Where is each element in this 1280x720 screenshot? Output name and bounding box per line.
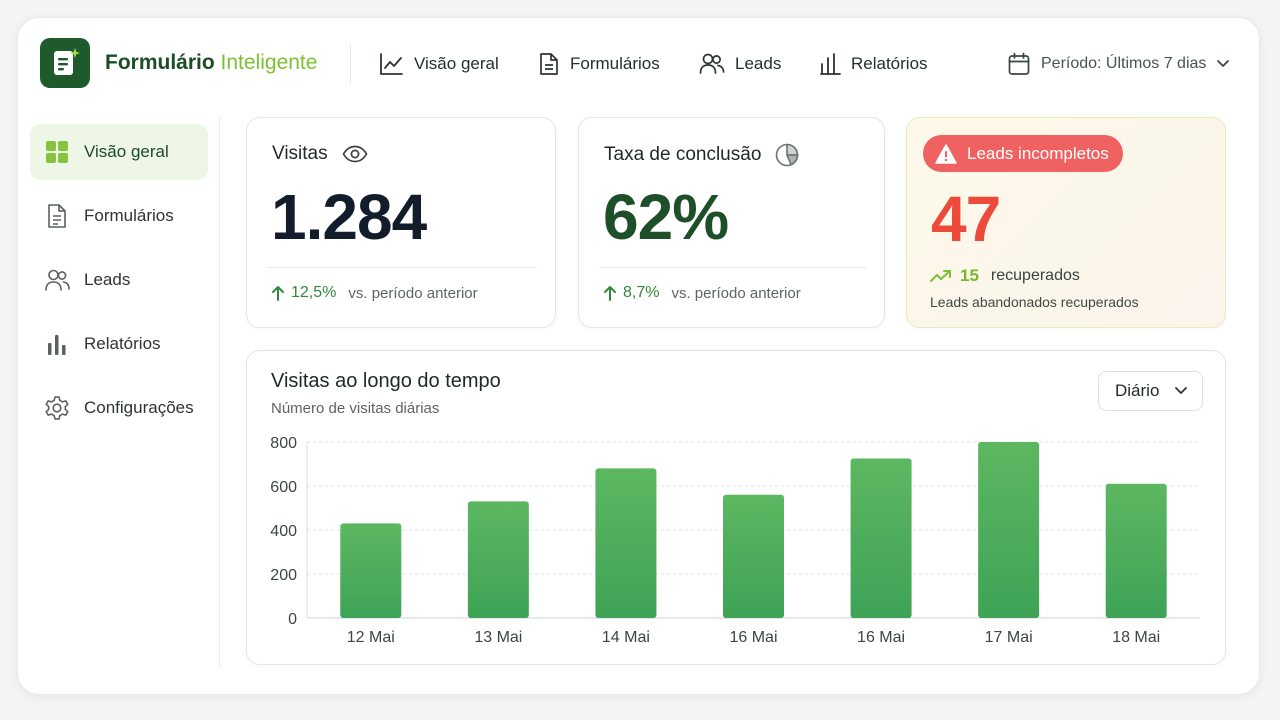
visits-delta-value: 12,5% <box>291 284 337 301</box>
incomplete-leads-badge-label: Leads incompletos <box>967 143 1109 163</box>
completion-value: 62% <box>603 181 729 253</box>
chart-bar[interactable] <box>978 442 1040 618</box>
chevron-down-icon <box>1217 60 1230 67</box>
sidebar-item-label: Relatórios <box>84 334 161 353</box>
bar-chart-icon <box>48 335 66 355</box>
sidebar-item-overview[interactable]: Visão geral <box>30 124 208 180</box>
completion-delta: 8,7% vs. período anterior <box>603 284 801 302</box>
warning-icon <box>935 143 957 164</box>
completion-delta-value: 8,7% <box>623 284 660 301</box>
visits-value: 1.284 <box>271 181 427 253</box>
pie-chart-icon <box>776 143 799 167</box>
sidebar-item-forms[interactable]: Formulários <box>30 188 208 244</box>
topnav-item-leads[interactable]: Leads <box>699 50 781 78</box>
x-tick-label: 14 Mai <box>602 629 650 646</box>
sidebar-divider <box>219 116 220 668</box>
y-tick-label: 800 <box>270 435 297 452</box>
recovered-label: recuperados <box>990 267 1080 284</box>
chart-bar[interactable] <box>467 501 529 618</box>
sidebar-item-label: Visão geral <box>84 142 169 161</box>
visits-delta: 12,5% vs. período anterior <box>271 284 478 302</box>
recovered-leads: 15 recuperados <box>930 266 1080 286</box>
topnav-label: Formulários <box>570 54 660 73</box>
period-selector[interactable]: Período: Últimos 7 dias <box>1007 50 1230 78</box>
completion-card-title: Taxa de conclusão <box>604 144 762 165</box>
chart-bar[interactable] <box>1105 483 1167 618</box>
brand-name-accent: Inteligente <box>220 51 318 74</box>
x-tick-label: 13 Mai <box>474 629 522 646</box>
sidebar-item-label: Leads <box>84 270 131 289</box>
incomplete-leads-badge[interactable]: Leads incompletos <box>923 135 1123 172</box>
incomplete-leads-card: Leads incompletos 47 15 recuperados Lead… <box>906 117 1226 328</box>
topnav-item-forms[interactable]: Formulários <box>538 50 660 78</box>
chart-bar[interactable] <box>595 468 657 618</box>
trend-up-icon <box>930 270 951 282</box>
brand-name-primary: Formulário <box>105 51 215 74</box>
sidebar-item-label: Formulários <box>84 206 174 225</box>
card-divider <box>599 267 866 268</box>
topnav-item-overview[interactable]: Visão geral <box>379 50 499 78</box>
visits-bar-chart: 0 200 400 600 800 12 Mai 13 Mai 14 Mai 16 Mai 16 … <box>270 435 1200 646</box>
completion-card: Taxa de conclusão 62% 8,7% vs. período a… <box>578 117 885 328</box>
sidebar-item-label: Configurações <box>84 398 194 417</box>
y-tick-label: 600 <box>270 479 297 496</box>
y-tick-label: 0 <box>288 611 297 628</box>
sidebar-item-leads[interactable]: Leads <box>30 252 208 308</box>
chart-bar[interactable] <box>850 458 912 619</box>
eye-icon <box>342 145 368 163</box>
grid-icon <box>46 141 68 163</box>
arrow-up-icon <box>604 286 616 301</box>
card-divider <box>267 267 537 268</box>
sidebar-item-settings[interactable]: Configurações <box>30 380 208 436</box>
topnav-label: Visão geral <box>414 54 499 73</box>
topnav-label: Relatórios <box>851 54 928 73</box>
period-label: Período: Últimos 7 dias <box>1041 55 1207 72</box>
bar-chart-icon <box>820 53 841 75</box>
topnav-label: Leads <box>735 54 782 73</box>
x-tick-label: 12 Mai <box>347 629 395 646</box>
recovered-count: 15 <box>960 266 979 285</box>
visits-card: Visitas 1.284 12,5% vs. período anterior <box>246 117 556 328</box>
sidebar-item-reports[interactable]: Relatórios <box>30 316 208 372</box>
app-logo[interactable] <box>40 38 90 88</box>
chart-bar[interactable] <box>723 494 784 618</box>
gear-icon <box>45 396 69 420</box>
recovered-note: Leads abandonados recuperados <box>930 294 1139 310</box>
form-logo-icon <box>54 48 80 75</box>
document-icon <box>540 53 558 75</box>
x-tick-label: 17 Mai <box>985 629 1033 646</box>
header-divider <box>350 44 351 84</box>
visits-card-header: Visitas <box>272 143 368 165</box>
document-icon <box>48 204 66 228</box>
line-chart-icon <box>380 53 403 75</box>
brand-name: Formulário Inteligente <box>105 51 317 75</box>
y-tick-label: 400 <box>270 523 297 540</box>
arrow-up-icon <box>272 286 284 301</box>
completion-card-header: Taxa de conclusão <box>604 143 799 167</box>
visits-delta-compare: vs. período anterior <box>348 284 478 302</box>
calendar-icon <box>1008 52 1030 75</box>
completion-delta-compare: vs. período anterior <box>671 284 801 302</box>
x-tick-label: 18 Mai <box>1112 629 1160 646</box>
x-tick-label: 16 Mai <box>857 629 905 646</box>
incomplete-leads-value: 47 <box>931 183 1001 255</box>
visits-chart-card: Visitas ao longo do tempo Número de visi… <box>246 350 1226 665</box>
y-tick-label: 200 <box>270 567 297 584</box>
visits-card-title: Visitas <box>272 143 328 164</box>
users-icon <box>699 53 725 74</box>
users-icon <box>45 269 70 291</box>
topnav-item-reports[interactable]: Relatórios <box>819 50 928 78</box>
x-tick-label: 16 Mai <box>729 629 777 646</box>
chart-bar[interactable] <box>340 523 402 618</box>
